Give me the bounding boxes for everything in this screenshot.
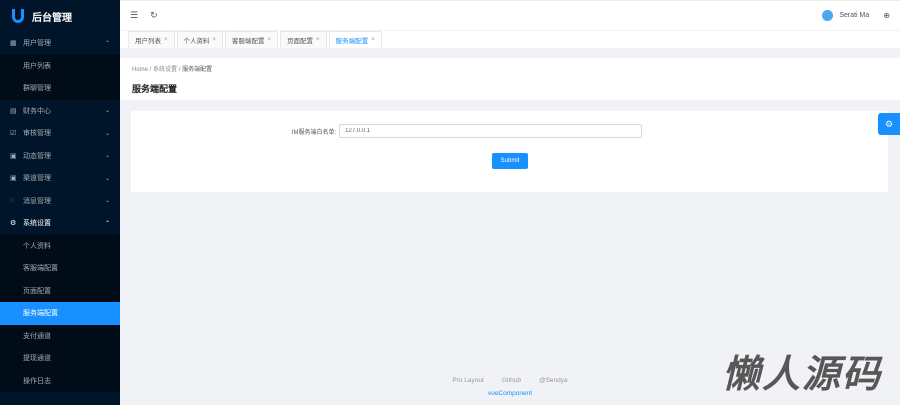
breadcrumb-home[interactable]: Home [132, 67, 148, 73]
form-card: IM服务端白名单: Submit [131, 111, 888, 192]
submit-button[interactable]: Submit [492, 153, 528, 169]
sidebar-item-user-management[interactable]: ▦ 用户管理 ⌃ [0, 32, 120, 55]
sidebar-item-withdraw-channel[interactable]: 提现通道 [0, 347, 120, 370]
gear-icon: ⚙ [884, 118, 894, 129]
layout-icon: ▣ [10, 152, 17, 160]
sidebar-item-label: 财务中心 [23, 107, 51, 115]
tab-profile[interactable]: 个人资料 × [176, 31, 224, 48]
page-title: 服务端配置 [132, 84, 178, 94]
logo-icon [12, 9, 24, 23]
chevron-down-icon: ⌄ [104, 130, 110, 137]
tab-server-config[interactable]: 服务端配置 × [328, 31, 382, 48]
sidebar: 后台管理 ▦ 用户管理 ⌃ 用户列表 群聊管理 ▤ 财务中心 ⌄ ☑ 审核管理 ⌄ ▣ 动态管… [0, 0, 120, 405]
tab-label: 客服端配置 [232, 38, 265, 45]
breadcrumb-system-settings[interactable]: 系统设置 [153, 67, 177, 73]
chevron-up-icon: ⌃ [104, 220, 110, 227]
message-icon: ◌ [10, 197, 15, 205]
close-icon[interactable]: × [371, 37, 375, 43]
tab-page-config[interactable]: 页面配置 × [280, 31, 327, 48]
tab-label: 页面配置 [287, 38, 314, 45]
layout-icon: ▣ [10, 175, 17, 183]
sidebar-item-label: 页面配置 [23, 287, 51, 295]
chevron-down-icon: ⌄ [104, 198, 110, 205]
page-header: Home / 系统设置 / 服务端配置 服务端配置 [120, 58, 900, 100]
sidebar-item-label: 渠道管理 [23, 175, 51, 183]
sidebar-item-label: 提现通道 [23, 355, 51, 363]
breadcrumb: Home / 系统设置 / 服务端配置 [132, 67, 213, 73]
check-square-icon: ☑ [10, 130, 17, 138]
file-icon: ▤ [10, 107, 17, 115]
chevron-down-icon: ⌄ [104, 108, 110, 115]
user-name[interactable]: Serati Ma [839, 12, 869, 19]
sidebar-item-page-config[interactable]: 页面配置 [0, 280, 120, 303]
tab-user-list[interactable]: 用户列表 × [128, 31, 175, 48]
sidebar-item-operation-log[interactable]: 操作日志 [0, 370, 120, 393]
sidebar-item-label: 用户管理 [23, 40, 51, 48]
close-icon[interactable]: × [164, 37, 168, 43]
close-icon[interactable]: × [316, 37, 320, 43]
sidebar-item-label: 动态管理 [23, 152, 51, 160]
breadcrumb-current: 服务端配置 [182, 67, 213, 73]
sidebar-item-user-list[interactable]: 用户列表 [0, 55, 120, 78]
sidebar-item-client-config[interactable]: 客服端配置 [0, 257, 120, 280]
tab-label: 个人资料 [183, 38, 210, 45]
table-icon: ▦ [10, 40, 17, 48]
menu-fold-icon[interactable]: ☰ [130, 10, 138, 21]
sidebar-item-label: 用户列表 [23, 62, 51, 70]
watermark: 懒人源码 [721, 354, 882, 396]
sidebar-item-review[interactable]: ☑ 审核管理 ⌄ [0, 122, 120, 145]
settings-drawer-button[interactable]: ⚙ [878, 113, 900, 135]
whitelist-input[interactable] [339, 124, 643, 138]
sidebar-item-group-chat[interactable]: 群聊管理 [0, 77, 120, 100]
sidebar-item-label: 个人资料 [23, 242, 51, 250]
sidebar-item-payment-channel[interactable]: 支付通道 [0, 325, 120, 348]
sidebar-item-label: 服务端配置 [23, 310, 58, 318]
tab-label: 用户列表 [135, 38, 161, 45]
sidebar-item-label: 审核管理 [23, 130, 51, 138]
tab-client-config[interactable]: 客服端配置 × [225, 31, 279, 48]
sidebar-item-finance[interactable]: ▤ 财务中心 ⌄ [0, 100, 120, 123]
footer-link-sendya[interactable]: @Sendya [539, 377, 568, 384]
chevron-down-icon: ⌄ [104, 175, 110, 182]
sidebar-item-server-config[interactable]: 服务端配置 [0, 302, 120, 325]
avatar[interactable] [822, 10, 834, 21]
sidebar-item-label: 客服端配置 [23, 265, 58, 273]
reload-icon[interactable]: ↻ [150, 10, 158, 21]
app-title: 后台管理 [32, 12, 72, 24]
gear-icon: ⚙ [10, 220, 17, 228]
sidebar-item-label: 系统设置 [23, 220, 51, 228]
sidebar-item-system-settings[interactable]: ⚙ 系统设置 ⌃ [0, 212, 120, 235]
sidebar-item-channels[interactable]: ▣ 渠道管理 ⌄ [0, 167, 120, 190]
chevron-down-icon: ⌄ [104, 153, 110, 160]
globe-icon[interactable]: ⊕ [883, 11, 890, 20]
sidebar-item-messages[interactable]: ◌ 消息管理 ⌄ [0, 190, 120, 213]
close-icon[interactable]: × [268, 37, 272, 43]
sidebar-item-profile[interactable]: 个人资料 [0, 235, 120, 258]
sidebar-item-moments[interactable]: ▣ 动态管理 ⌄ [0, 145, 120, 168]
tab-bar: 用户列表 × 个人资料 × 客服端配置 × 页面配置 × 服务端配置 × [120, 31, 900, 49]
header: ☰ ↻ Serati Ma ⊕ [120, 0, 900, 30]
close-icon[interactable]: × [213, 37, 217, 43]
sidebar-item-label: 消息管理 [23, 197, 51, 205]
chevron-up-icon: ⌃ [104, 40, 110, 47]
sidebar-item-label: 支付通道 [23, 332, 51, 340]
logo[interactable]: 后台管理 [0, 0, 120, 32]
footer-link-pro-layout[interactable]: Pro Layout [452, 377, 483, 384]
sidebar-item-label: 群聊管理 [23, 85, 51, 93]
sidebar-item-label: 操作日志 [23, 377, 51, 385]
tab-label: 服务端配置 [335, 38, 369, 45]
footer-link-github[interactable]: Github [502, 377, 521, 384]
whitelist-label: IM服务端白名单: [291, 129, 337, 136]
